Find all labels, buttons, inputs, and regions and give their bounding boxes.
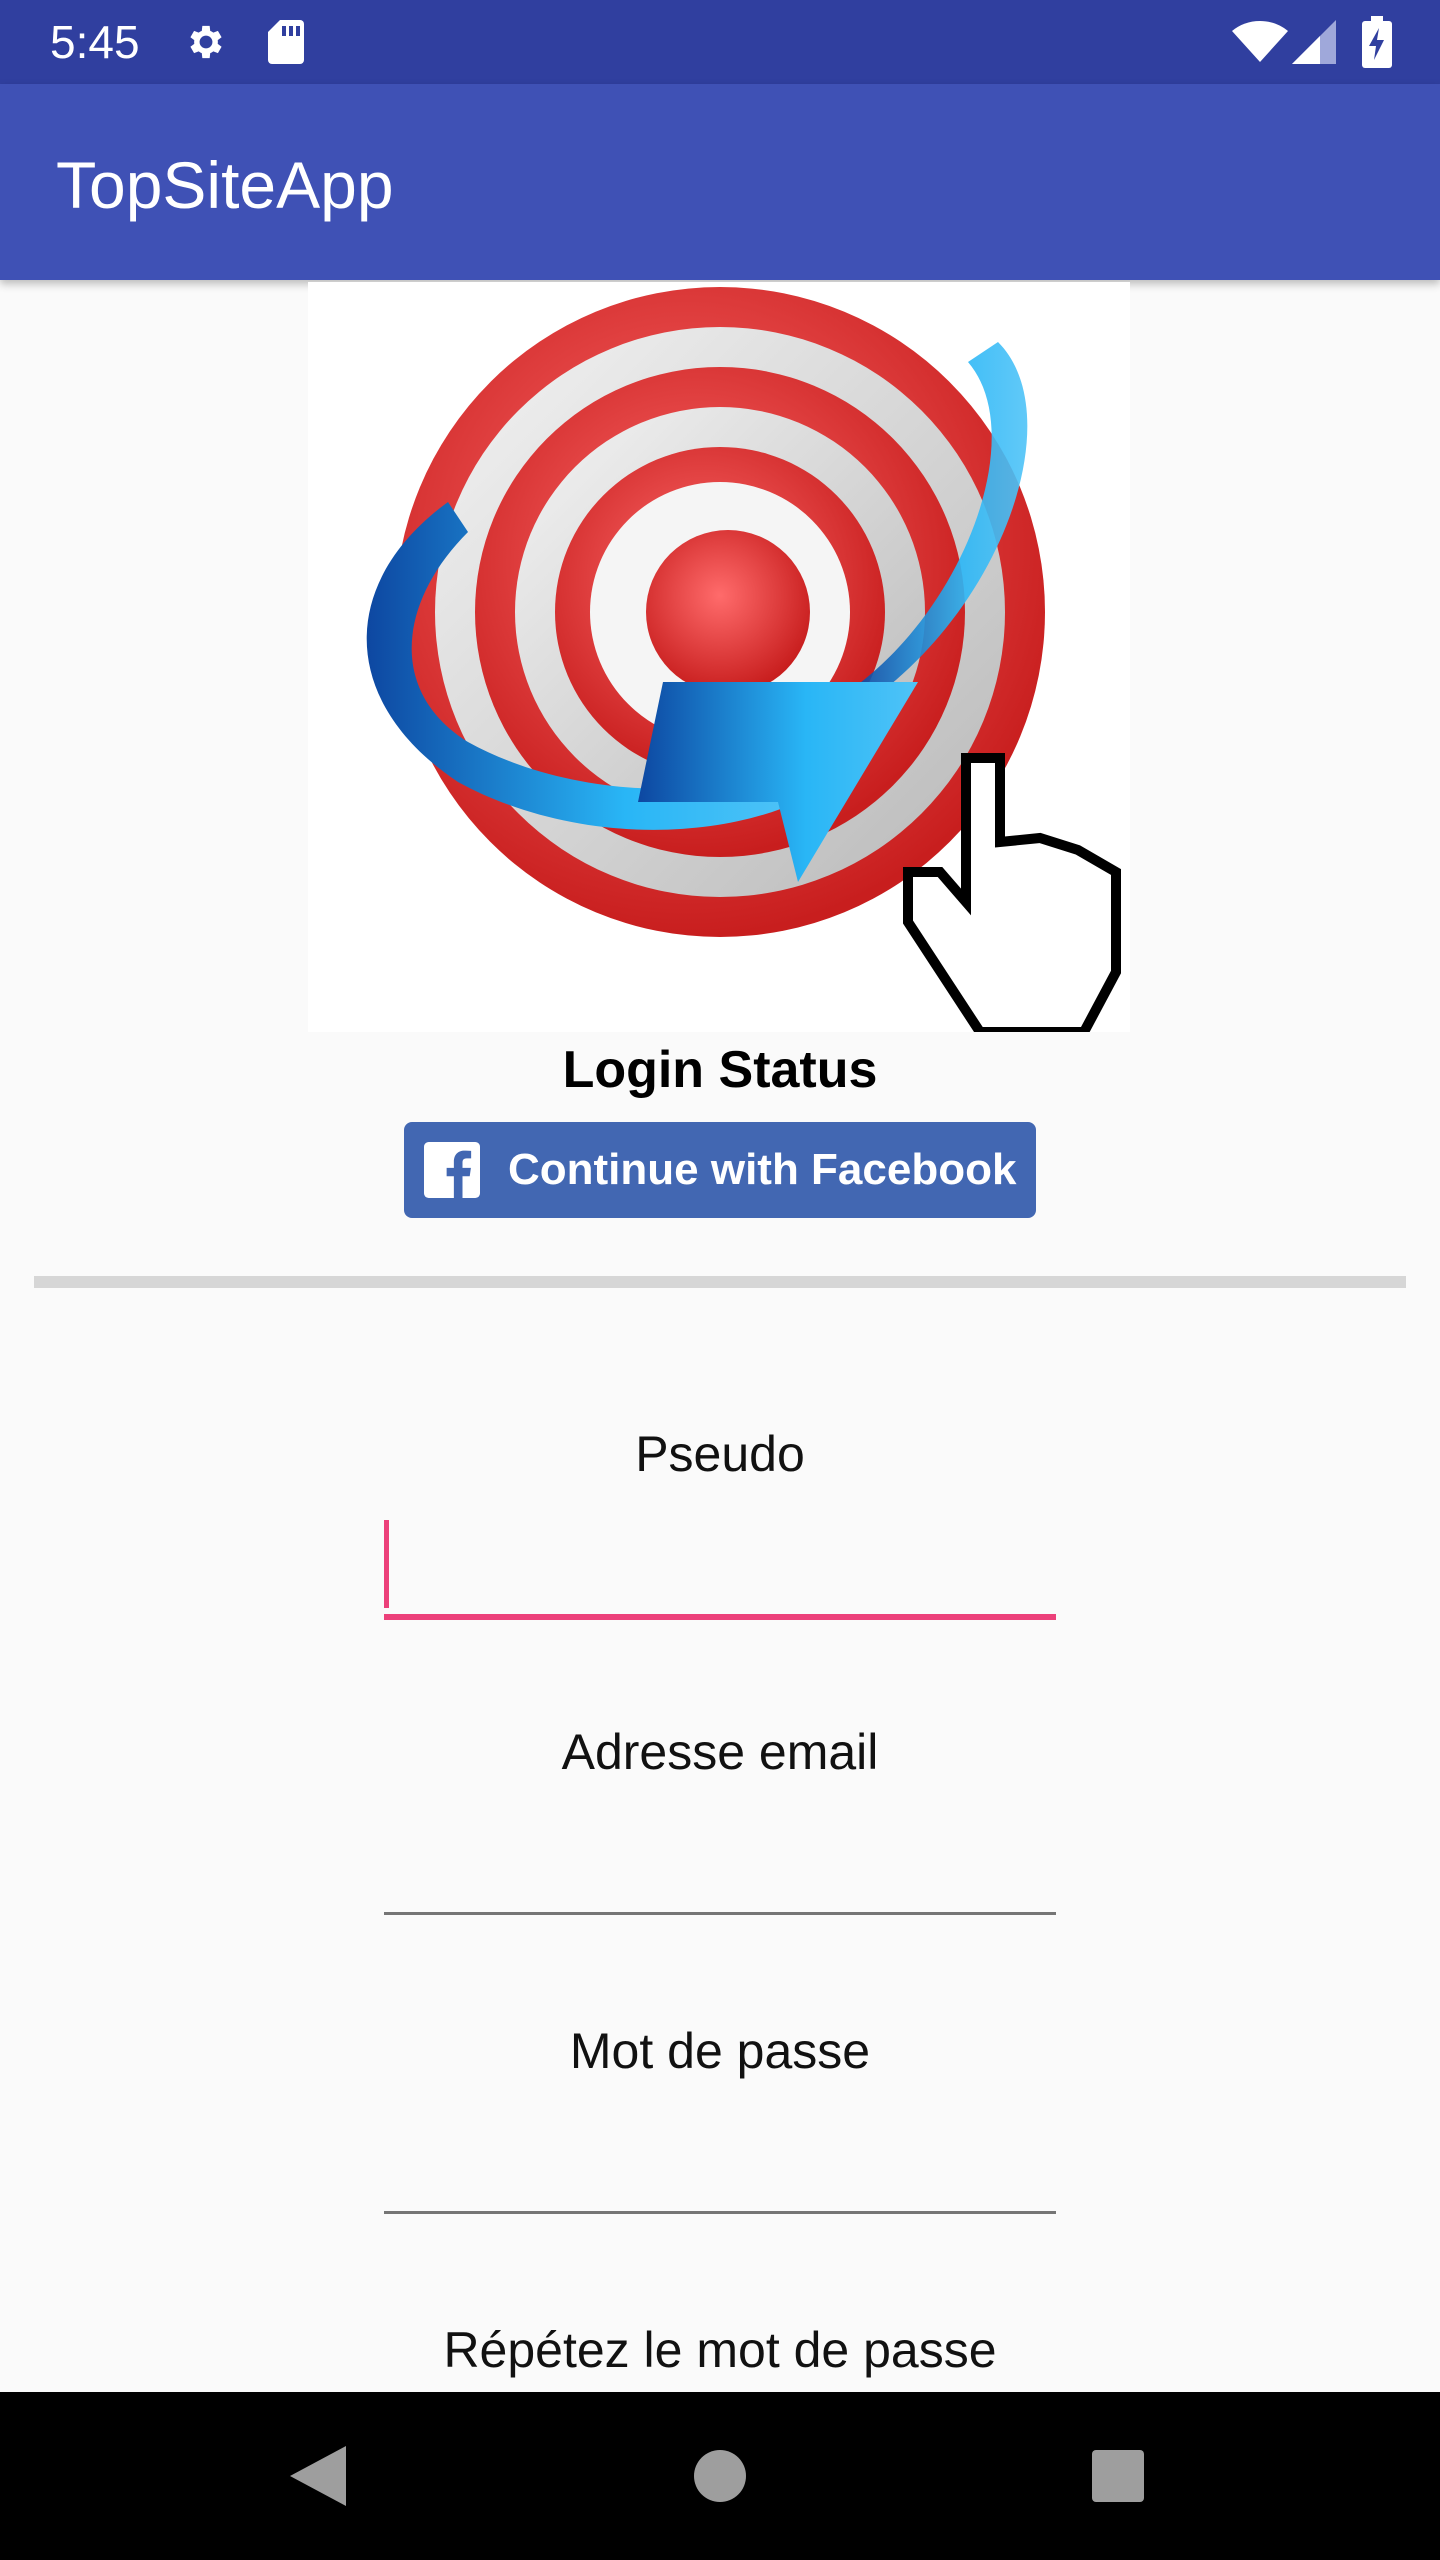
home-icon[interactable]	[694, 2450, 746, 2502]
pseudo-label: Pseudo	[635, 1426, 805, 1482]
navigation-bar	[0, 2392, 1440, 2560]
password-underline	[384, 2211, 1056, 2214]
back-icon[interactable]	[290, 2446, 346, 2506]
facebook-button-label: Continue with Facebook	[508, 1145, 1017, 1194]
app-logo	[308, 282, 1130, 1037]
facebook-icon	[424, 1142, 480, 1198]
gear-icon	[190, 25, 222, 59]
password-input[interactable]	[384, 2108, 1056, 2208]
email-input[interactable]	[384, 1810, 1056, 1910]
facebook-login-button[interactable]: Continue with Facebook	[404, 1122, 1036, 1218]
battery-charging-icon	[1362, 16, 1392, 68]
target-arrow-hand-logo	[366, 287, 1121, 1037]
wifi-icon	[1232, 21, 1288, 62]
pseudo-input[interactable]	[384, 1514, 1056, 1614]
app-title: TopSiteApp	[56, 148, 394, 222]
app-bar: TopSiteApp	[0, 84, 1440, 280]
password-label: Mot de passe	[569, 2023, 871, 2079]
status-time: 5:45	[50, 16, 140, 68]
text-cursor	[384, 1520, 389, 1608]
email-label: Adresse email	[561, 1724, 879, 1780]
pseudo-underline	[384, 1614, 1056, 1620]
login-status-label: Login Status	[562, 1041, 878, 1099]
recents-icon[interactable]	[1092, 2450, 1144, 2502]
status-bar: 5:45	[0, 0, 1440, 84]
repeat-password-label: Répétez le mot de passe	[443, 2322, 997, 2378]
email-underline	[384, 1912, 1056, 1915]
cell-signal-icon	[1292, 20, 1336, 64]
divider	[34, 1276, 1406, 1288]
sd-card-icon	[268, 20, 304, 64]
